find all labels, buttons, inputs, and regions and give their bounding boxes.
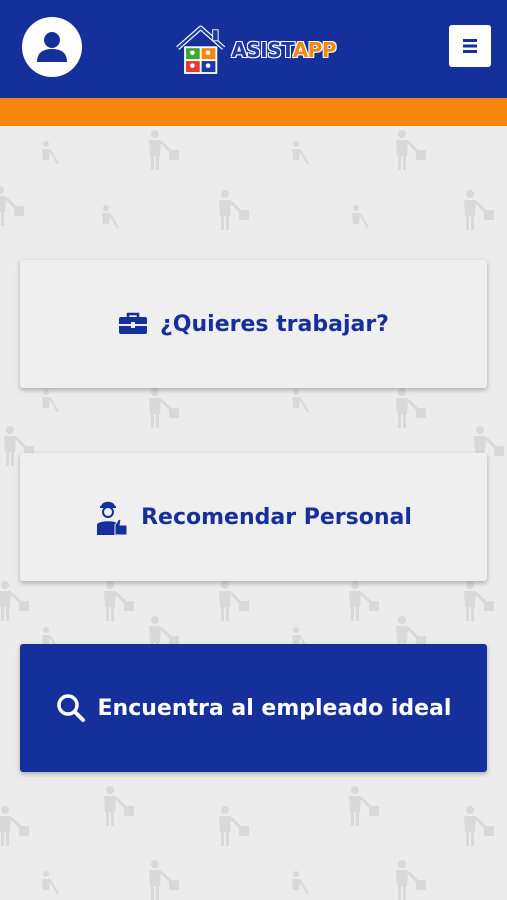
work-button-label: ¿Quieres trabajar? <box>160 311 389 337</box>
logo-text-part2: APP <box>292 38 337 62</box>
find-employee-button-label: Encuentra al empleado ideal <box>97 695 452 721</box>
app-logo: ASISTAPP <box>174 22 337 78</box>
app-header: ASISTAPP <box>0 0 507 98</box>
search-icon <box>56 693 86 723</box>
house-logo-icon <box>176 25 226 74</box>
worker-thumbs-up-icon <box>95 497 129 537</box>
hamburger-icon <box>463 39 477 53</box>
briefcase-icon <box>118 312 148 336</box>
logo-text-part1: ASIST <box>231 38 293 62</box>
logo-text: ASISTAPP <box>231 38 336 62</box>
recommend-button-label: Recomendar Personal <box>141 504 412 530</box>
find-employee-button[interactable]: Encuentra al empleado ideal <box>20 644 487 772</box>
work-button[interactable]: ¿Quieres trabajar? <box>20 260 487 388</box>
accent-bar <box>0 98 507 126</box>
profile-button[interactable] <box>22 17 82 77</box>
recommend-button[interactable]: Recomendar Personal <box>20 453 487 581</box>
menu-button[interactable] <box>449 25 491 67</box>
user-icon <box>37 32 67 62</box>
